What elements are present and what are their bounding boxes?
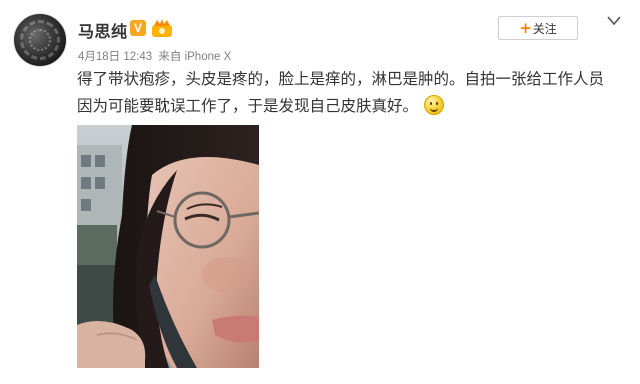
post-meta: 4月18日 12:43 来自 iPhone X — [78, 48, 234, 64]
chevron-down-icon[interactable] — [606, 14, 622, 28]
post-text-line-1: 得了带状疱疹，头皮是疼的，脸上是痒的，淋巴是肿的。自拍一张给工作人员 — [77, 70, 605, 88]
smile-emoji-icon — [424, 95, 445, 115]
verified-v-icon: V — [130, 20, 146, 36]
post-text: 得了带状疱疹，头皮是疼的，脸上是痒的，淋巴是肿的。自拍一张给工作人员 因为可能要… — [77, 66, 637, 120]
follow-button[interactable]: +关注 — [498, 16, 578, 40]
plus-icon: + — [519, 19, 532, 37]
username[interactable]: 马思纯 — [78, 18, 128, 42]
post-source[interactable]: 来自 iPhone X — [158, 51, 231, 63]
post-text-line-2-wrap: 因为可能要耽误工作了，于是发现自己皮肤真好。 — [77, 93, 637, 120]
avatar-pattern-inner — [29, 29, 51, 51]
post-timestamp[interactable]: 4月18日 12:43 — [78, 51, 152, 63]
member-crown-icon[interactable] — [151, 18, 173, 38]
post-text-line-2: 因为可能要耽误工作了，于是发现自己皮肤真好。 — [77, 97, 419, 115]
post-photo[interactable] — [77, 125, 259, 368]
follow-label: 关注 — [532, 22, 557, 36]
avatar[interactable] — [13, 13, 67, 67]
selfie-image — [77, 125, 259, 368]
